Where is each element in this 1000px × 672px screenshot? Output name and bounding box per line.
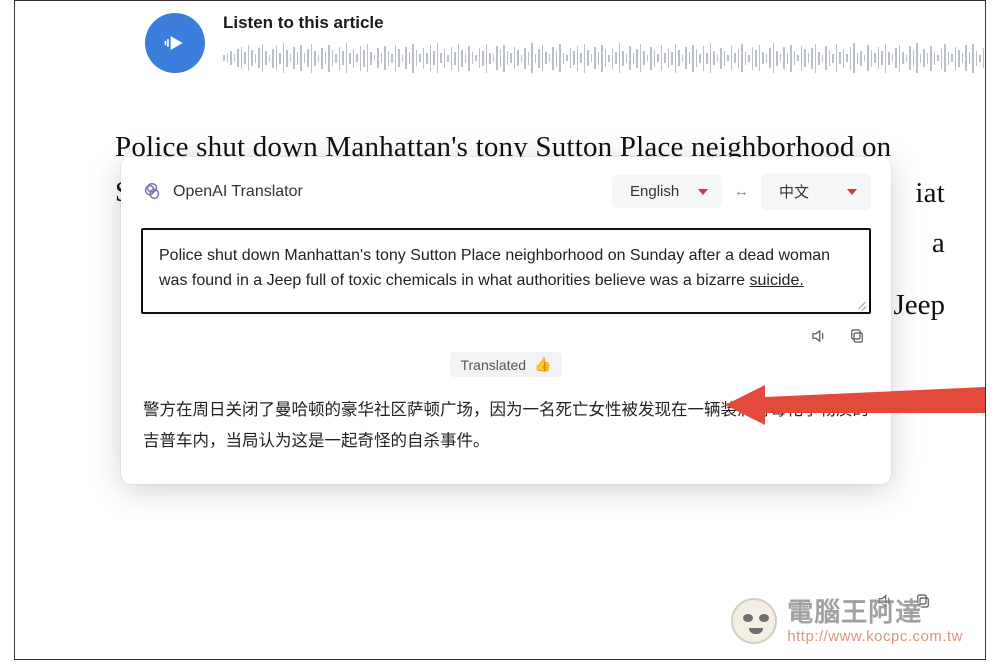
play-icon xyxy=(162,30,188,56)
headline-frag: iat xyxy=(915,171,945,216)
headline-frag-2: a xyxy=(932,221,945,266)
translate-status: Translated 👍 xyxy=(450,352,561,377)
source-actions xyxy=(145,326,867,346)
source-language-label: English xyxy=(630,183,679,200)
speak-source-button[interactable] xyxy=(809,326,829,346)
openai-logo-icon xyxy=(141,181,163,203)
source-text: Police shut down Manhattan's tony Sutton… xyxy=(159,247,830,289)
audio-waveform[interactable] xyxy=(223,43,986,73)
translator-popup: OpenAI Translator English ↔ 中文 Police sh… xyxy=(121,157,891,484)
audio-title: Listen to this article xyxy=(223,13,986,33)
chevron-down-icon xyxy=(847,189,857,195)
swap-languages-icon[interactable]: ↔ xyxy=(734,183,749,200)
watermark-avatar-icon xyxy=(731,598,777,644)
article-frame: Listen to this article Police shut down … xyxy=(14,0,986,660)
target-language-select[interactable]: 中文 xyxy=(761,173,871,210)
translate-status-row: Translated 👍 xyxy=(141,352,871,377)
translator-header: OpenAI Translator English ↔ 中文 xyxy=(141,173,871,210)
watermark-name: 電腦王阿達 xyxy=(787,598,963,627)
translated-text: 警方在周日关闭了曼哈顿的豪华社区萨顿广场，因为一名死亡女性被发现在一辆装满有毒化… xyxy=(141,395,871,458)
site-watermark: 電腦王阿達 http://www.kocpc.com.tw xyxy=(731,598,963,645)
translator-brand: OpenAI Translator xyxy=(141,181,303,203)
target-language-label: 中文 xyxy=(779,181,809,202)
audio-player: Listen to this article xyxy=(145,13,945,79)
source-textarea[interactable]: Police shut down Manhattan's tony Sutton… xyxy=(141,228,871,314)
speaker-icon xyxy=(810,327,828,345)
copy-icon xyxy=(848,327,866,345)
chevron-down-icon xyxy=(698,189,708,195)
status-label: Translated xyxy=(460,357,526,373)
watermark-url: http://www.kocpc.com.tw xyxy=(787,629,963,646)
source-language-select[interactable]: English xyxy=(612,175,722,208)
play-button[interactable] xyxy=(145,13,205,73)
translator-brand-name: OpenAI Translator xyxy=(173,183,303,201)
source-text-underlined: suicide. xyxy=(750,272,804,289)
copy-source-button[interactable] xyxy=(847,326,867,346)
thumbs-up-icon[interactable]: 👍 xyxy=(534,356,551,373)
resize-handle-icon[interactable] xyxy=(855,298,867,310)
language-selectors: English ↔ 中文 xyxy=(612,173,871,210)
